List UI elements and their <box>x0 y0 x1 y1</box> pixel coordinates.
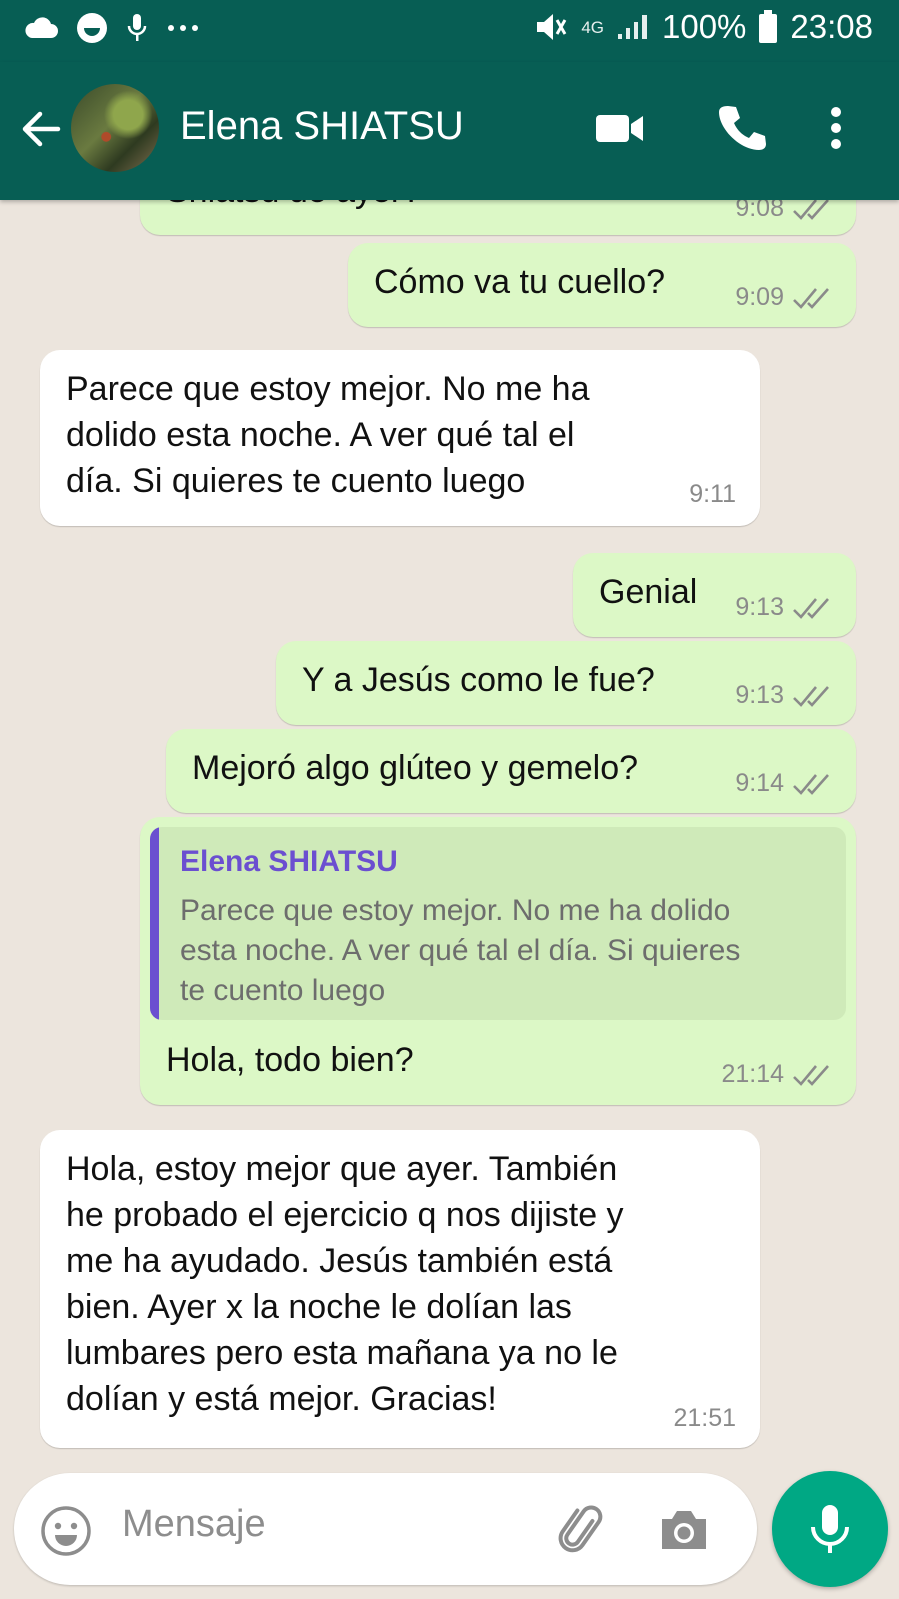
status-bar: 4G 100% 23:08 <box>0 0 899 62</box>
message-text: Genial <box>599 573 698 611</box>
mute-icon <box>537 14 567 40</box>
message-meta: 21:51 <box>673 1404 736 1433</box>
phone-icon[interactable] <box>716 102 766 154</box>
read-ticks-icon <box>793 1064 829 1086</box>
message-meta: 9:14 <box>735 769 834 798</box>
mic-button[interactable] <box>772 1471 888 1587</box>
message-line: Parece que estoy mejor. No me ha <box>66 370 590 408</box>
message-text: Hola, todo bien? <box>166 1041 414 1079</box>
message-line: día. Si quieres te cuento luego <box>66 462 526 500</box>
message-input[interactable]: Mensaje <box>122 1503 266 1546</box>
mic-notification-icon <box>127 14 147 41</box>
message-bubble-outgoing[interactable]: Mejoró algo glúteo y gemelo? 9:14 <box>166 729 856 813</box>
quote-text: Parece que estoy mejor. No me ha dolido … <box>180 891 826 1011</box>
video-call-icon[interactable] <box>594 102 646 154</box>
message-line: dolían y está mejor. Gracias! <box>66 1380 497 1418</box>
message-bubble-incoming[interactable]: Hola, estoy mejor que ayer. También he p… <box>40 1130 760 1448</box>
mic-icon <box>811 1505 849 1553</box>
status-right: 4G 100% 23:08 <box>533 8 873 46</box>
message-line: he probado el ejercicio q nos dijiste y <box>66 1196 624 1234</box>
message-text: Shiatsu de ayer? <box>166 200 421 214</box>
message-bubble-outgoing-reply[interactable]: Elena SHIATSU Parece que estoy mejor. No… <box>140 817 856 1105</box>
avatar[interactable] <box>71 84 159 172</box>
chat-area[interactable]: Shiatsu de ayer? 9:08 Cómo va tu cuello?… <box>0 200 899 1450</box>
back-arrow-icon[interactable] <box>18 107 62 151</box>
message-text: Parece que estoy mejor. No me ha dolido … <box>66 366 590 504</box>
message-text: Y a Jesús como le fue? <box>302 661 655 699</box>
message-text: Hola, estoy mejor que ayer. También he p… <box>66 1146 624 1422</box>
smiley-notification-icon <box>77 13 107 43</box>
message-time: 9:14 <box>735 769 784 797</box>
read-ticks-icon <box>793 200 829 220</box>
read-ticks-icon <box>793 597 829 619</box>
contact-name[interactable]: Elena SHIATSU <box>180 104 464 149</box>
read-ticks-icon <box>793 773 829 795</box>
more-dots-icon <box>168 25 198 31</box>
message-time: 9:09 <box>735 283 784 311</box>
message-bubble-outgoing[interactable]: Y a Jesús como le fue? 9:13 <box>276 641 856 725</box>
emoji-icon[interactable] <box>40 1505 92 1557</box>
status-time: 23:08 <box>790 8 873 45</box>
message-bubble-outgoing[interactable]: Cómo va tu cuello? 9:09 <box>348 243 856 327</box>
more-vert-icon[interactable] <box>829 102 843 154</box>
message-line: Hola, estoy mejor que ayer. También <box>66 1150 618 1188</box>
message-time: 21:51 <box>673 1404 736 1432</box>
message-meta: 9:13 <box>735 681 834 710</box>
cloud-icon <box>25 17 58 38</box>
message-bubble-incoming[interactable]: Parece que estoy mejor. No me ha dolido … <box>40 350 760 526</box>
read-ticks-icon <box>793 287 829 309</box>
message-text: Cómo va tu cuello? <box>374 263 666 301</box>
message-meta: 9:11 <box>689 480 736 509</box>
message-time: 9:08 <box>735 200 784 222</box>
quote-sender: Elena SHIATSU <box>180 845 398 878</box>
quote-line: Parece que estoy mejor. No me ha dolido <box>180 894 731 927</box>
status-left-icons <box>24 12 200 44</box>
message-time: 9:11 <box>689 480 736 508</box>
message-line: lumbares pero esta mañana ya no le <box>66 1334 618 1372</box>
quote-line: te cuento luego <box>180 974 386 1007</box>
message-meta: 9:08 <box>735 200 834 223</box>
message-bubble-outgoing[interactable]: Genial 9:13 <box>573 553 856 637</box>
attach-icon[interactable] <box>554 1503 610 1559</box>
message-time: 21:14 <box>721 1060 784 1088</box>
message-line: dolido esta noche. A ver qué tal el <box>66 416 575 454</box>
quoted-message[interactable]: Elena SHIATSU Parece que estoy mejor. No… <box>150 827 846 1020</box>
camera-icon[interactable] <box>658 1507 710 1553</box>
message-meta: 9:09 <box>735 283 834 312</box>
message-bubble-outgoing[interactable]: Shiatsu de ayer? 9:08 <box>140 200 856 235</box>
chat-header: Elena SHIATSU <box>0 62 899 200</box>
battery-icon <box>759 10 778 43</box>
quote-accent-bar <box>150 827 159 1020</box>
message-meta: 9:13 <box>735 593 834 622</box>
message-composer[interactable]: Mensaje <box>14 1473 757 1585</box>
message-line: bien. Ayer x la noche le dolían las <box>66 1288 572 1326</box>
message-meta: 21:14 <box>721 1060 834 1089</box>
message-line: me ha ayudado. Jesús también está <box>66 1242 613 1280</box>
signal-icon <box>618 15 647 39</box>
network-type: 4G <box>581 17 604 37</box>
read-ticks-icon <box>793 685 829 707</box>
message-time: 9:13 <box>735 593 784 621</box>
message-time: 9:13 <box>735 681 784 709</box>
battery-percent: 100% <box>662 8 747 45</box>
quote-line: esta noche. A ver qué tal el día. Si qui… <box>180 934 741 967</box>
message-text: Mejoró algo glúteo y gemelo? <box>192 749 639 787</box>
